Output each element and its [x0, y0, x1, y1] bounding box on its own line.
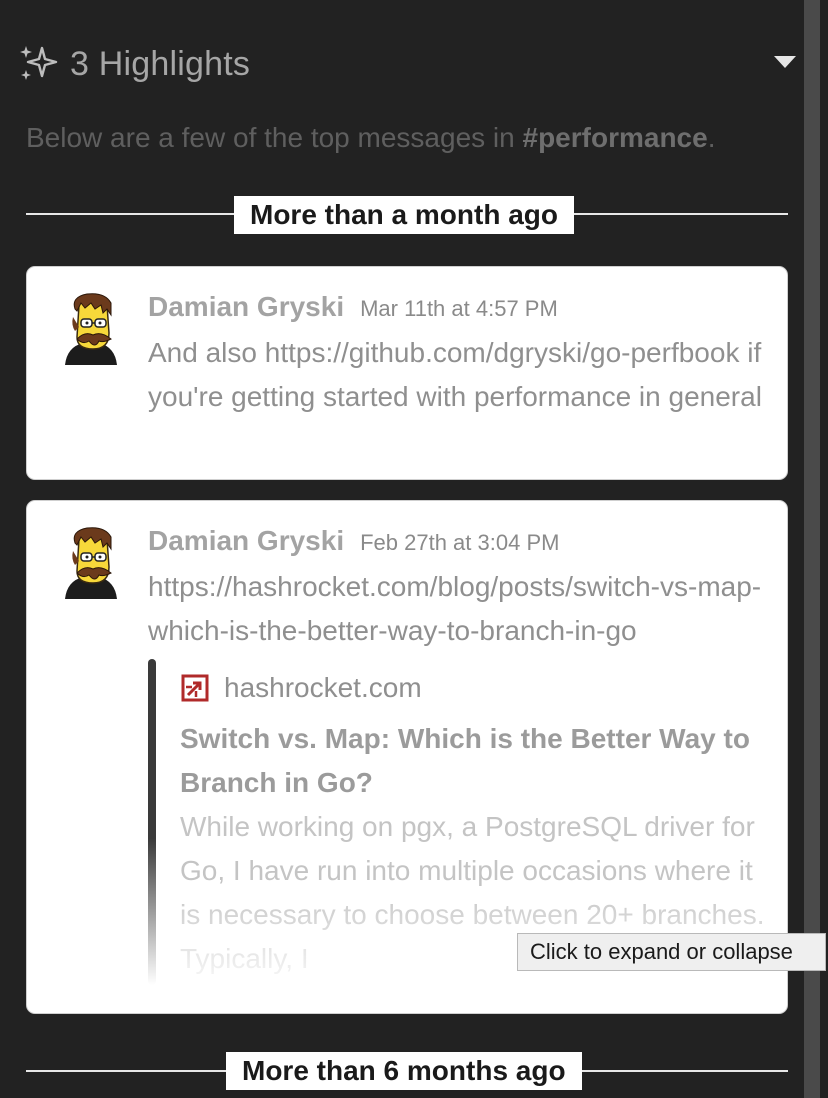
message-header: Damian Gryski Feb 27th at 3:04 PM [148, 525, 767, 565]
channel-name[interactable]: #performance [523, 122, 708, 153]
tooltip: Click to expand or collapse [517, 933, 826, 971]
attachment-bar [148, 659, 156, 985]
message-text-before: And also [148, 337, 265, 368]
author-name[interactable]: Damian Gryski [148, 291, 344, 323]
message-header: Damian Gryski Mar 11th at 4:57 PM [148, 291, 767, 331]
timestamp[interactable]: Mar 11th at 4:57 PM [360, 296, 558, 322]
author-name[interactable]: Damian Gryski [148, 525, 344, 557]
avatar[interactable] [61, 293, 121, 365]
message-link[interactable]: https://hashrocket.com/blog/posts/switch… [148, 565, 767, 653]
intro-prefix: Below are a few of the top messages in [26, 122, 523, 153]
highlights-title: 3 Highlights [70, 44, 251, 83]
message-link[interactable]: https://github.com/dgryski/go-perfbook [265, 337, 740, 368]
timestamp[interactable]: Feb 27th at 3:04 PM [360, 530, 559, 556]
section-label: More than 6 months ago [226, 1052, 582, 1090]
caret-down-icon[interactable] [774, 56, 796, 68]
hashrocket-logo-icon [180, 673, 210, 703]
attachment-site-row: hashrocket.com [180, 659, 770, 717]
sparkle-icon [16, 42, 60, 86]
section-label: More than a month ago [234, 196, 574, 234]
intro-text: Below are a few of the top messages in #… [26, 122, 806, 154]
attachment-title[interactable]: Switch vs. Map: Which is the Better Way … [180, 717, 770, 805]
message-card[interactable]: Damian Gryski Mar 11th at 4:57 PM And al… [26, 266, 788, 480]
attachment-site[interactable]: hashrocket.com [224, 672, 422, 704]
message-body: Damian Gryski Feb 27th at 3:04 PM https:… [148, 525, 767, 653]
message-body: Damian Gryski Mar 11th at 4:57 PM And al… [148, 291, 767, 419]
message-text: And also https://github.com/dgryski/go-p… [148, 331, 767, 419]
avatar[interactable] [61, 527, 121, 599]
intro-suffix: . [707, 122, 716, 153]
highlights-header[interactable]: 3 Highlights [16, 40, 796, 88]
